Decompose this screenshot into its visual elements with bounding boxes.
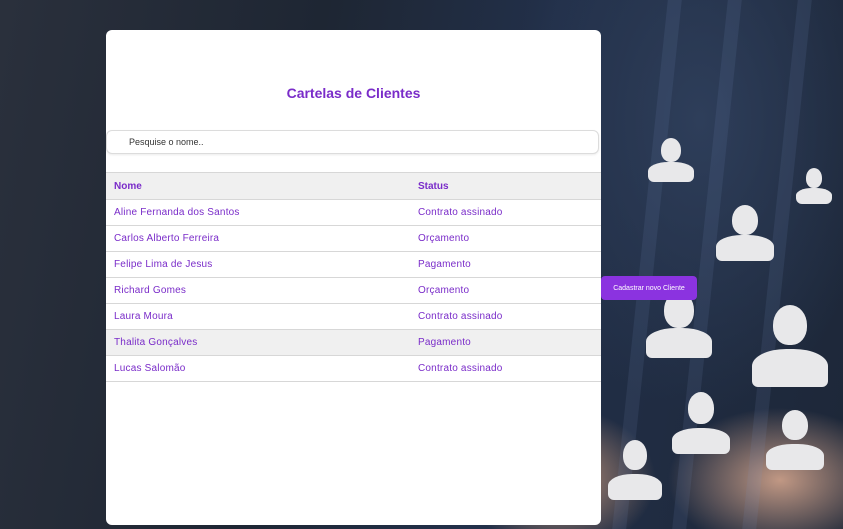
table-row[interactable]: Felipe Lima de Jesus Pagamento [106,251,601,278]
person-icon [766,410,824,470]
table-row[interactable]: Lucas Salomão Contrato assinado [106,355,601,382]
client-name: Lucas Salomão [106,355,410,382]
client-status: Contrato assinado [410,199,601,226]
add-client-button[interactable]: Cadastrar novo Cliente [601,276,697,300]
client-name: Carlos Alberto Ferreira [106,225,410,252]
client-status: Contrato assinado [410,355,601,382]
person-icon [648,138,694,182]
page-title: Cartelas de Clientes [286,85,421,101]
client-status: Pagamento [410,329,601,356]
client-name: Laura Moura [106,303,410,330]
client-status: Pagamento [410,251,601,278]
client-status: Orçamento [410,225,601,252]
table-row[interactable]: Aline Fernanda dos Santos Contrato assin… [106,199,601,226]
client-name: Thalita Gonçalves [106,329,410,356]
column-header-status[interactable]: Status [410,172,601,200]
search-input[interactable] [106,130,599,154]
person-icon [716,205,774,261]
client-status: Contrato assinado [410,303,601,330]
person-icon [646,292,712,358]
table-header-row: Nome Status [106,172,601,200]
person-icon [796,168,832,204]
table-row-hovered[interactable]: Thalita Gonçalves Pagamento [106,329,601,356]
person-icon [752,305,828,387]
table-row[interactable]: Richard Gomes Orçamento [106,277,601,304]
clients-table: Nome Status Aline Fernanda dos Santos Co… [106,172,601,382]
client-name: Richard Gomes [106,277,410,304]
client-name: Felipe Lima de Jesus [106,251,410,278]
table-row[interactable]: Laura Moura Contrato assinado [106,303,601,330]
table-row[interactable]: Carlos Alberto Ferreira Orçamento [106,225,601,252]
person-icon [608,440,662,500]
client-status: Orçamento [410,277,601,304]
client-name: Aline Fernanda dos Santos [106,199,410,226]
client-card: Cartelas de Clientes Nome Status Aline F… [106,30,601,525]
person-icon [672,392,730,454]
column-header-nome[interactable]: Nome [106,172,410,200]
